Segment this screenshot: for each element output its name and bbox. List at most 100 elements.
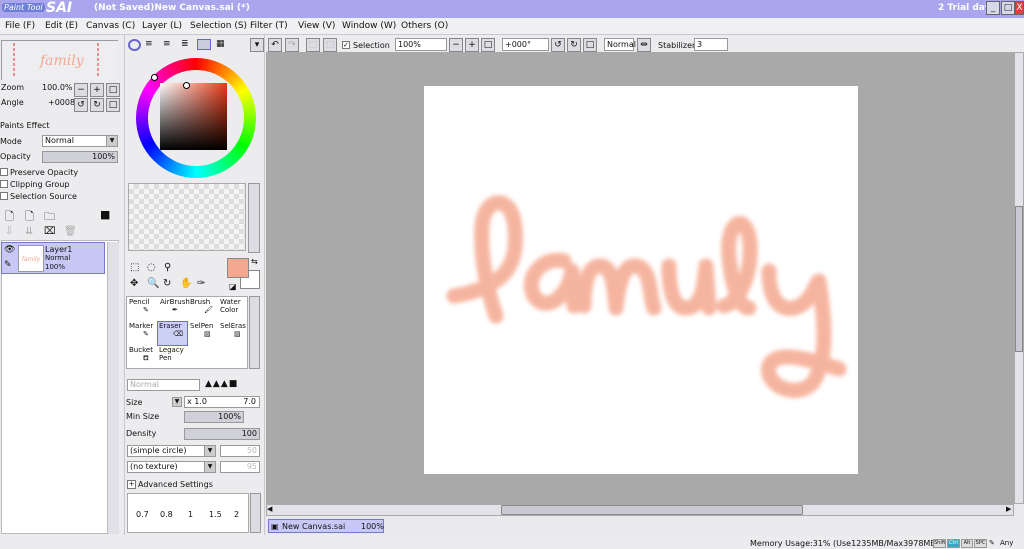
- menu-canvas[interactable]: Canvas (C): [86, 21, 135, 31]
- eye-icon[interactable]: 👁: [4, 245, 15, 255]
- zoom-in-button[interactable]: +: [90, 83, 104, 97]
- layer-opacity-slider[interactable]: 100%: [42, 151, 118, 163]
- clipping-group-checkbox[interactable]: [0, 180, 8, 188]
- menu-file[interactable]: File (F): [5, 21, 35, 31]
- minimize-button[interactable]: _: [986, 1, 1000, 15]
- advanced-settings-expand[interactable]: +: [127, 480, 136, 489]
- tool-legacy-pen[interactable]: Legacy Pen: [159, 346, 187, 370]
- drawing-canvas[interactable]: [424, 86, 858, 474]
- toolbar-rotate-left-button[interactable]: ↺: [551, 38, 565, 52]
- deselect-button[interactable]: ⬚: [306, 38, 320, 52]
- brush-mode-select[interactable]: Normal: [127, 379, 200, 391]
- tool-brush[interactable]: Brush 🖌: [190, 298, 218, 322]
- toolbar-zoom-in-button[interactable]: +: [465, 38, 479, 52]
- preset-size[interactable]: 0.7: [136, 510, 149, 519]
- hand-tool-icon[interactable]: ✋: [180, 278, 192, 289]
- swap-colors-icon[interactable]: ⇆: [251, 257, 258, 266]
- sv-picker-cursor[interactable]: [183, 82, 190, 89]
- close-button[interactable]: X: [1015, 1, 1024, 15]
- tool-bucket[interactable]: Bucket ⛾: [129, 346, 157, 370]
- toolbar-zoom-reset-button[interactable]: □: [481, 38, 495, 52]
- transfer-down-icon[interactable]: ⇩: [5, 226, 13, 237]
- saturation-value-square[interactable]: [160, 83, 227, 150]
- horizontal-scroll-thumb[interactable]: [501, 505, 803, 515]
- hsv-slider-icon[interactable]: ≡: [163, 39, 171, 49]
- brush-texture-strength[interactable]: 95: [220, 461, 260, 473]
- layer-mask-icon[interactable]: ■: [100, 208, 110, 221]
- scratchpad-icon[interactable]: [197, 39, 211, 50]
- menu-view[interactable]: View (V): [298, 21, 335, 31]
- menu-edit[interactable]: Edit (E): [45, 21, 78, 31]
- tool-marker[interactable]: Marker ✎: [129, 322, 157, 346]
- preset-size[interactable]: 0.8: [160, 510, 173, 519]
- magic-wand-icon[interactable]: ⚲: [164, 262, 171, 273]
- scratch-pad[interactable]: [128, 183, 246, 251]
- preset-size[interactable]: 1.5: [209, 510, 222, 519]
- scratch-pad-scrollbar[interactable]: [248, 183, 260, 253]
- scroll-left-icon[interactable]: ◀: [267, 505, 272, 513]
- rect-select-icon[interactable]: ⬚: [130, 262, 139, 273]
- toolbar-rotate-right-button[interactable]: ↻: [567, 38, 581, 52]
- undo-button[interactable]: ↶: [268, 38, 282, 52]
- rotation-select[interactable]: +000°: [502, 38, 549, 51]
- flip-view-button[interactable]: ⇹: [637, 38, 651, 52]
- zoom-select[interactable]: 100%: [395, 38, 447, 51]
- tool-pencil[interactable]: Pencil ✎: [129, 298, 157, 322]
- rotate-tool-icon[interactable]: ↻: [163, 278, 171, 289]
- new-linework-layer-icon[interactable]: 🗋: [25, 208, 34, 227]
- preset-scrollbar[interactable]: [250, 493, 261, 533]
- invert-selection-button[interactable]: ⬚: [323, 38, 337, 52]
- zoom-out-button[interactable]: −: [74, 83, 88, 97]
- rotate-right-button[interactable]: ↻: [90, 98, 104, 112]
- paints-effect-header[interactable]: Paints Effect: [0, 121, 50, 130]
- rotate-reset-button[interactable]: □: [106, 98, 120, 112]
- rotate-left-button[interactable]: ↺: [74, 98, 88, 112]
- transparent-color-icon[interactable]: ◪: [229, 282, 237, 291]
- brush-edge-shapes[interactable]: ▲▲▲■: [205, 379, 260, 391]
- user-swatch-icon[interactable]: ▦: [216, 39, 225, 49]
- size-multiplier-dropdown[interactable]: ▼: [172, 397, 182, 407]
- eyedropper-icon[interactable]: ✑: [197, 278, 205, 289]
- new-folder-icon[interactable]: 🗀: [44, 208, 55, 227]
- selection-checkbox[interactable]: ✓: [342, 41, 350, 49]
- menu-window[interactable]: Window (W): [342, 21, 396, 31]
- zoom-tool-icon[interactable]: 🔍: [147, 278, 159, 289]
- panel-collapse-button[interactable]: ▾: [250, 38, 264, 52]
- min-size-slider[interactable]: 100%: [184, 411, 244, 423]
- brush-texture-select[interactable]: (no texture) ▼: [127, 461, 216, 473]
- scroll-right-icon[interactable]: ▶: [1006, 505, 1011, 513]
- tool-grid-scrollbar[interactable]: [249, 296, 260, 369]
- new-layer-icon[interactable]: 🗋: [5, 208, 14, 227]
- swatch-mode-icon[interactable]: ≣: [181, 39, 189, 49]
- toolbar-zoom-out-button[interactable]: −: [449, 38, 463, 52]
- size-slider[interactable]: x 1.0 7.0: [184, 396, 260, 408]
- selection-source-checkbox[interactable]: [0, 192, 8, 200]
- layer-scrollbar[interactable]: [107, 242, 119, 534]
- merge-down-icon[interactable]: ⇊: [25, 226, 33, 237]
- angle-value[interactable]: +0008: [48, 98, 75, 107]
- vertical-scroll-thumb[interactable]: [1015, 206, 1023, 352]
- toolbar-rotate-reset-button[interactable]: □: [583, 38, 597, 52]
- layer-mode-select[interactable]: Normal ▼: [42, 135, 118, 147]
- menu-filter[interactable]: Filter (T): [250, 21, 288, 31]
- navigator-preview[interactable]: family: [1, 40, 118, 80]
- foreground-color-swatch[interactable]: [227, 258, 249, 278]
- canvas-tab[interactable]: ▣ New Canvas.sai 100%: [268, 519, 384, 533]
- preserve-opacity-checkbox[interactable]: [0, 168, 8, 176]
- zoom-reset-button[interactable]: □: [106, 83, 120, 97]
- clear-layer-icon[interactable]: ⌧: [44, 226, 56, 237]
- zoom-value[interactable]: 100.0%: [42, 83, 73, 92]
- lasso-icon[interactable]: ◌: [147, 262, 156, 273]
- layer-row[interactable]: 👁 ✎ family Layer1 Normal 100%: [1, 242, 105, 274]
- tool-eraser[interactable]: Eraser ⌫: [159, 322, 187, 346]
- rgb-slider-icon[interactable]: ≡: [145, 39, 153, 49]
- hue-picker-cursor[interactable]: [151, 74, 158, 81]
- tool-selpen[interactable]: SelPen ▨: [190, 322, 218, 346]
- preset-size[interactable]: 2: [234, 510, 239, 519]
- preset-size[interactable]: 1: [188, 510, 193, 519]
- move-icon[interactable]: ✥: [130, 278, 138, 289]
- menu-layer[interactable]: Layer (L): [142, 21, 182, 31]
- advanced-settings-label[interactable]: Advanced Settings: [138, 480, 213, 489]
- menu-selection[interactable]: Selection (S): [190, 21, 247, 31]
- color-wheel-mode-icon[interactable]: [128, 39, 141, 51]
